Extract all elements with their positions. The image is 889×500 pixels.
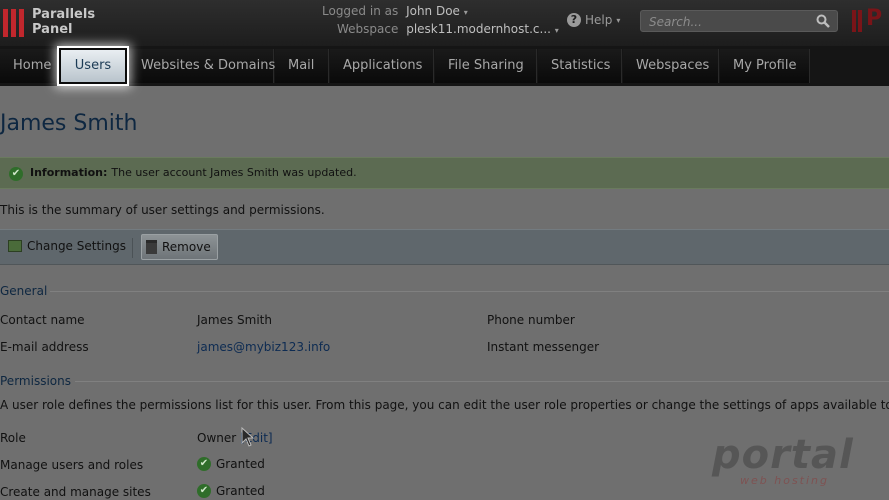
- search-icon[interactable]: [816, 14, 830, 28]
- granted-label: Granted: [216, 457, 265, 471]
- help-icon: ?: [567, 13, 581, 27]
- logged-in-label: Logged in as: [322, 4, 399, 18]
- email-label: E-mail address: [0, 340, 89, 354]
- chevron-down-icon: ▾: [463, 8, 468, 17]
- chevron-down-icon: ▾: [616, 15, 621, 25]
- mouse-cursor-icon: [241, 427, 255, 447]
- email-link[interactable]: james@mybiz123.info: [197, 340, 330, 354]
- change-settings-button[interactable]: Change Settings: [8, 239, 126, 253]
- manage-users-status: ✔ Granted: [197, 457, 265, 471]
- permissions-heading: Permissions: [0, 374, 71, 388]
- portal-watermark: portal web hosting: [712, 432, 872, 492]
- logged-in-user-menu[interactable]: John Doe: [406, 4, 460, 18]
- help-label: Help: [585, 13, 613, 27]
- permissions-divider: [75, 381, 889, 382]
- webspace-label: Webspace: [337, 22, 399, 36]
- manage-sites-label: Create and manage sites: [0, 485, 151, 499]
- tab-webspaces[interactable]: Webspaces: [623, 49, 719, 83]
- info-message-text: The user account James Smith was updated…: [111, 166, 357, 179]
- logo-text-line2: Panel: [32, 22, 73, 37]
- role-value: Owner [Edit]: [197, 431, 273, 445]
- check-icon: ✔: [9, 167, 23, 181]
- tab-mail[interactable]: Mail: [275, 49, 329, 83]
- general-divider: [50, 291, 889, 292]
- action-toolbar: Change Settings Remove: [0, 229, 889, 265]
- change-settings-label: Change Settings: [27, 239, 126, 253]
- help-menu[interactable]: ? Help ▾: [567, 13, 620, 27]
- tab-users[interactable]: Users: [57, 46, 129, 86]
- tab-websites-domains[interactable]: Websites & Domains: [128, 49, 275, 83]
- role-label: Role: [0, 431, 26, 445]
- chevron-down-icon: ▾: [554, 26, 559, 35]
- tab-file-sharing[interactable]: File Sharing: [435, 49, 537, 83]
- tab-statistics[interactable]: Statistics: [538, 49, 622, 83]
- tab-applications[interactable]: Applications: [330, 49, 434, 83]
- page-title: James Smith: [0, 111, 138, 136]
- general-heading: General: [0, 284, 48, 298]
- check-icon: ✔: [197, 457, 211, 471]
- search-input[interactable]: [647, 13, 811, 31]
- settings-icon: [8, 240, 22, 252]
- trash-icon: [146, 240, 157, 254]
- watermark-text: portal: [712, 432, 854, 478]
- top-header: Parallels Panel Logged in as John Doe ▾ …: [0, 0, 889, 46]
- search-box: [640, 10, 838, 32]
- logo-text-line1: Parallels: [32, 7, 96, 22]
- role-name: Owner: [197, 431, 237, 445]
- webspace-selector[interactable]: Webspace plesk11.modernhost.c... ▾: [337, 22, 559, 36]
- contact-name-value: James Smith: [197, 313, 272, 327]
- webspace-value: plesk11.modernhost.c...: [406, 22, 551, 36]
- main-nav: Home Users Websites & Domains Mail Appli…: [0, 46, 889, 86]
- remove-button[interactable]: Remove: [141, 234, 218, 260]
- watermark-subtext: web hosting: [740, 474, 829, 487]
- contact-name-label: Contact name: [0, 313, 85, 327]
- info-text: Information: The user account James Smith…: [30, 166, 357, 179]
- manage-sites-status: ✔ Granted: [197, 484, 265, 498]
- logged-in-info: Logged in as John Doe ▾: [322, 4, 468, 18]
- summary-text: This is the summary of user settings and…: [0, 203, 325, 217]
- info-message: ✔ Information: The user account James Smi…: [0, 157, 889, 189]
- messenger-label: Instant messenger: [487, 340, 600, 354]
- parallels-logo-icon: [0, 9, 28, 37]
- tab-my-profile[interactable]: My Profile: [720, 49, 810, 83]
- tab-home[interactable]: Home: [0, 49, 57, 83]
- manage-users-label: Manage users and roles: [0, 458, 144, 472]
- info-label: Information:: [30, 166, 108, 179]
- toolbar-divider: [132, 238, 133, 258]
- permissions-description: A user role defines the permissions list…: [0, 398, 889, 412]
- granted-label: Granted: [216, 484, 265, 498]
- remove-label: Remove: [162, 240, 211, 254]
- check-icon: ✔: [197, 484, 211, 498]
- phone-label: Phone number: [487, 313, 575, 327]
